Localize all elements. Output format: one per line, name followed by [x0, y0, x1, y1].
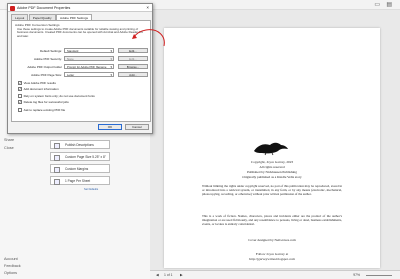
origin-line: Originally published as a Kindle Vella s… — [242, 175, 302, 179]
checkmark-icon: ✓ — [18, 100, 22, 105]
annotation-arrow-icon — [132, 29, 165, 47]
page-size-label: Adobe PDF Page Size: — [31, 73, 62, 77]
dialog-title: Adobe PDF Document Properties — [17, 6, 71, 10]
output-folder-label: Adobe PDF Output Folder — [27, 65, 62, 69]
dialog-title-bar: Adobe PDF Document Properties × — [8, 4, 152, 12]
prev-page-icon[interactable]: ◀ — [156, 273, 159, 277]
chevron-down-icon: ▾ — [110, 49, 112, 53]
sidebar-item-account[interactable]: Account — [4, 257, 18, 261]
output-folder-select[interactable]: Prompt for Adobe PDF filename ▾ — [64, 64, 114, 70]
zoom-slider[interactable] — [366, 275, 392, 276]
pdf-security-select[interactable]: None ▾ — [64, 56, 114, 62]
sidebar-item-share[interactable]: Share — [4, 138, 14, 142]
preview-status-bar: ◀ 1 of 1 ▶ 97% — [150, 270, 400, 279]
blog-link: http://jgarveywrites.blogspot.com — [249, 257, 295, 261]
add-doc-info-checkbox[interactable]: ✓ Add document information — [18, 87, 59, 91]
zoom-level: 97% — [353, 273, 360, 277]
ok-button[interactable]: OK — [98, 124, 122, 130]
publisher-line: Published by Nickhausen Publishing — [247, 170, 297, 174]
sidebar-item-feedback[interactable]: Feedback — [4, 264, 21, 268]
delete-logs-checkbox[interactable]: ✓ Delete log files for successful jobs — [18, 100, 69, 104]
next-page-icon[interactable]: ▶ — [180, 273, 183, 277]
page-icon — [54, 142, 60, 149]
cover-credit: Cover designed by NetGraves.com — [248, 238, 296, 242]
print-setting-page-size[interactable]: Custom Page Size 5.25" x 8" — [50, 152, 110, 161]
chevron-down-icon: ▾ — [110, 57, 112, 61]
folder-icon[interactable]: ▤ — [386, 2, 392, 8]
edit-default-settings-button[interactable]: Edit... — [118, 48, 148, 54]
page-icon[interactable]: ▭ — [374, 2, 380, 8]
default-settings-select[interactable]: Standard ▾ — [64, 48, 114, 54]
fiction-paragraph: This is a work of fiction. Names, charac… — [202, 214, 342, 227]
page-indicator[interactable]: 1 of 1 — [164, 273, 172, 277]
rights-line: All rights reserved — [259, 165, 285, 169]
print-setting-pages-per-sheet[interactable]: 1 Page Per Sheet — [50, 176, 110, 185]
chevron-down-icon: ▾ — [110, 73, 112, 77]
set-defaults-link[interactable]: Set Defaults — [84, 188, 98, 191]
pdf-security-label: Adobe PDF Security: — [33, 57, 62, 61]
chevron-down-icon: ▾ — [110, 65, 112, 69]
pdf-properties-dialog: Adobe PDF Document Properties × Layout P… — [7, 3, 153, 134]
pages-per-sheet-icon — [54, 178, 60, 185]
page-size-select[interactable]: Letter ▾ — [64, 72, 114, 78]
view-results-checkbox[interactable]: ✓ View Adobe PDF results — [18, 81, 56, 85]
system-fonts-checkbox[interactable]: Rely on system fonts only; do not use do… — [18, 94, 95, 98]
copyright-line: Copyright, Joyce Garvey, 2023 — [250, 160, 294, 164]
crow-logo — [254, 142, 288, 156]
browse-button[interactable]: Browse... — [118, 64, 148, 70]
sidebar-item-options[interactable]: Options — [4, 271, 17, 275]
add-page-size-button[interactable]: Add... — [118, 72, 148, 78]
follow-line: Follow Joyce Garvey at — [255, 252, 289, 256]
default-settings-label: Default Settings: — [39, 49, 62, 53]
checkmark-icon: ✓ — [18, 87, 22, 92]
cancel-button[interactable]: Cancel — [125, 124, 149, 130]
copyright-paragraph: Without limiting the rights under copyri… — [202, 184, 342, 197]
acrobat-icon — [10, 5, 15, 11]
margins-icon — [54, 166, 60, 173]
print-setting-margins[interactable]: Custom Margins — [50, 164, 110, 173]
page-size-icon — [54, 154, 60, 161]
replace-pdf-checkbox[interactable]: Ask to replace existing PDF file — [18, 108, 65, 112]
checkmark-icon: ✓ — [18, 81, 22, 86]
edit-security-button[interactable]: Edit... — [118, 56, 148, 62]
close-icon[interactable]: × — [146, 4, 149, 12]
print-setting-descriptions[interactable]: Publish Descriptions — [50, 140, 110, 149]
sidebar-item-close[interactable]: Close — [4, 146, 14, 150]
print-preview-page: Copyright, Joyce Garvey, 2023 All rights… — [164, 28, 380, 268]
